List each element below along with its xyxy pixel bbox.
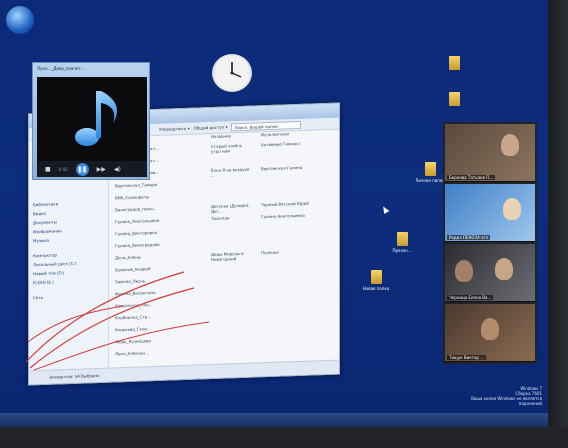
desktop-screen: Личная папка Презен... Новая папка Упоря…: [0, 0, 568, 448]
file-artist: [261, 225, 311, 227]
participant-avatar: [495, 258, 513, 280]
play-pause-button[interactable]: ❚❚: [75, 162, 89, 176]
volume-button[interactable]: ◀): [114, 166, 121, 173]
monitor-bezel-right: [548, 0, 568, 448]
file-artist: [261, 237, 311, 239]
participant-tile[interactable]: Тищук Виктор ...: [445, 304, 535, 362]
music-note-icon: [75, 91, 117, 146]
participant-avatar: [503, 198, 521, 220]
player-time: 0:02: [58, 166, 68, 172]
file-title: [211, 275, 251, 276]
file-artist: [261, 297, 311, 299]
desktop-icon-folder-1[interactable]: [434, 56, 474, 72]
stop-button[interactable]: ■: [45, 166, 51, 173]
search-box[interactable]: Поиск: Вашей папки: [231, 120, 302, 131]
participant-tile[interactable]: Бернова Татьяна П...: [445, 124, 535, 182]
file-title: [211, 287, 251, 288]
file-title: [211, 263, 251, 264]
file-name: Галина_Виноградова: [115, 241, 160, 249]
toolbar-share[interactable]: Общий доступ ▾: [194, 124, 228, 130]
participant-avatar: [501, 134, 519, 156]
player-controls: ■ 0:02 ❚❚ ▶▶ ◀): [37, 161, 147, 177]
monitor-bezel-bottom: [0, 427, 568, 448]
start-orb-icon[interactable]: [6, 6, 34, 34]
file-name: ВИА_Самоцветы: [115, 194, 150, 201]
file-artist: [261, 261, 311, 263]
file-artist: [261, 189, 311, 191]
next-button[interactable]: ▶▶: [97, 166, 106, 173]
file-artist: [261, 285, 311, 287]
file-title: Тюльпан: [211, 215, 230, 222]
clock-face-icon: [230, 62, 242, 78]
file-artist: [261, 177, 311, 179]
clock-gadget: [212, 54, 252, 92]
file-artist: [261, 321, 311, 323]
desktop-icon-folder-2[interactable]: [434, 92, 474, 108]
file-title: Деды Морозы в Новогодний: [211, 250, 244, 263]
file-artist: Вертинская Галина: [261, 164, 303, 172]
player-title[interactable]: Лунн..._Дева_плачет...: [33, 63, 149, 77]
participant-avatar: [455, 260, 473, 282]
file-artist: Галина Анатольевна: [261, 212, 305, 220]
participant-tile[interactable]: Черница Елена Ва...: [445, 244, 535, 302]
file-title: [211, 335, 251, 336]
desktop-icon-presentation[interactable]: Презен...: [382, 232, 422, 253]
media-player-window: Лунн..._Дева_плачет... ■ 0:02 ❚❚ ▶▶ ◀): [32, 62, 150, 180]
file-title: [211, 311, 251, 312]
file-name: Галина_Викторовна: [115, 229, 158, 237]
mouse-pointer-icon: [380, 204, 390, 215]
file-artist: [261, 309, 311, 311]
file-title: [211, 299, 251, 300]
file-name: Вертинская_Тамара: [115, 181, 158, 189]
file-name: Галина_Анатольевна: [115, 217, 160, 225]
video-call-panel: Бернова Татьяна П... Родил ПЕКОЗА агл Че…: [443, 122, 537, 364]
file-name: Виноградов_Нани...: [115, 205, 157, 213]
file-artist: Черный Вятский Юрий: [261, 200, 310, 208]
file-artist: [261, 273, 311, 275]
file-title: Ёлка Я на воздухе ...: [211, 166, 250, 179]
participant-avatar: [481, 318, 499, 340]
file-title: [211, 191, 251, 192]
file-title: Старый хлеб в утро нам: [211, 142, 242, 155]
player-artwork: [37, 77, 147, 161]
desktop-icon-new-folder[interactable]: Новая папка: [356, 270, 396, 291]
file-title: [211, 347, 251, 348]
folder-icon: [396, 232, 408, 246]
file-artist: Полянок: [261, 249, 279, 256]
participant-name: Бернова Татьяна П...: [447, 175, 496, 180]
file-title: [211, 227, 251, 228]
file-artist: [261, 345, 311, 347]
column-header-title[interactable]: Название: [211, 133, 231, 139]
nav-music[interactable]: Музыка: [33, 236, 104, 247]
participant-tile[interactable]: Родил ПЕКОЗА агл: [445, 184, 535, 242]
file-title: [211, 155, 251, 156]
folder-icon: [448, 56, 460, 70]
file-title: [211, 323, 251, 324]
file-title: [211, 179, 251, 180]
file-title: [211, 239, 251, 240]
taskbar[interactable]: [0, 413, 568, 427]
folder-icon: [370, 270, 382, 284]
pen-scribble-marks: [25, 271, 210, 371]
windows-watermark: Windows 7 Сборка 7601 Ваша копия Windows…: [471, 386, 542, 406]
folder-icon: [448, 92, 460, 106]
toolbar-organize[interactable]: Упорядочить ▾: [159, 126, 190, 132]
file-artist: [261, 333, 311, 335]
column-header-artist[interactable]: Исполнители: [261, 131, 289, 137]
participant-name: Черница Елена Ва...: [447, 295, 494, 300]
folder-icon: [424, 162, 436, 176]
file-artist: [261, 153, 311, 155]
participant-name: Родил ПЕКОЗА агл: [447, 235, 491, 240]
file-title: Детская (Дочери), Дет...: [211, 202, 250, 215]
participant-name: Тищук Виктор ...: [447, 355, 487, 360]
file-artist: Активные Гимнаст: [261, 140, 301, 148]
